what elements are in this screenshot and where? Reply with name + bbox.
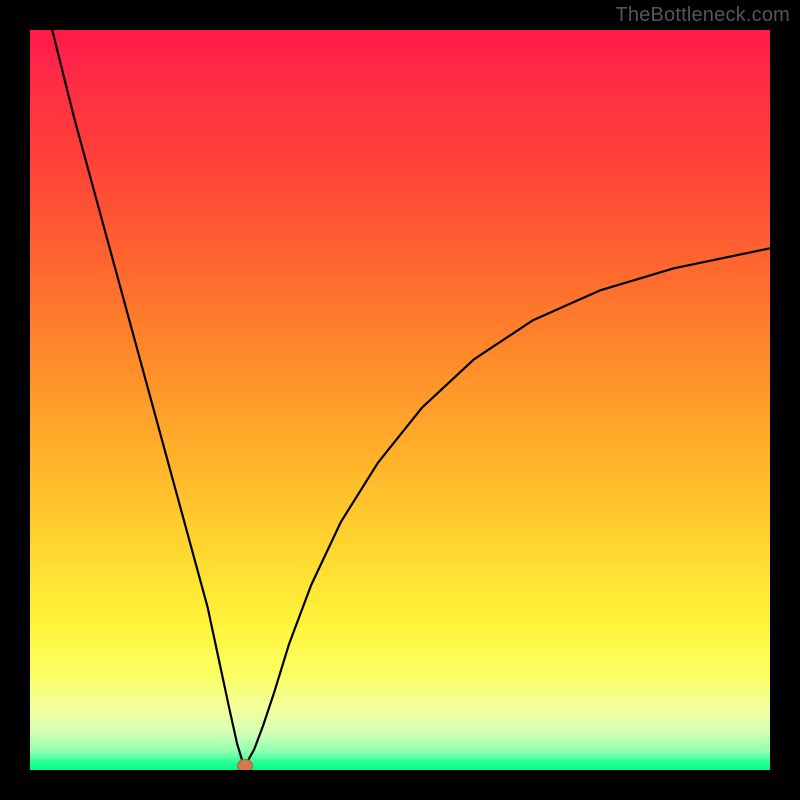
attribution-label: TheBottleneck.com <box>615 4 790 27</box>
chart-frame: TheBottleneck.com <box>0 0 800 800</box>
curve-svg <box>30 30 770 770</box>
plot-area <box>30 30 770 770</box>
bottleneck-curve <box>52 30 770 763</box>
minimum-marker-icon <box>237 759 253 770</box>
